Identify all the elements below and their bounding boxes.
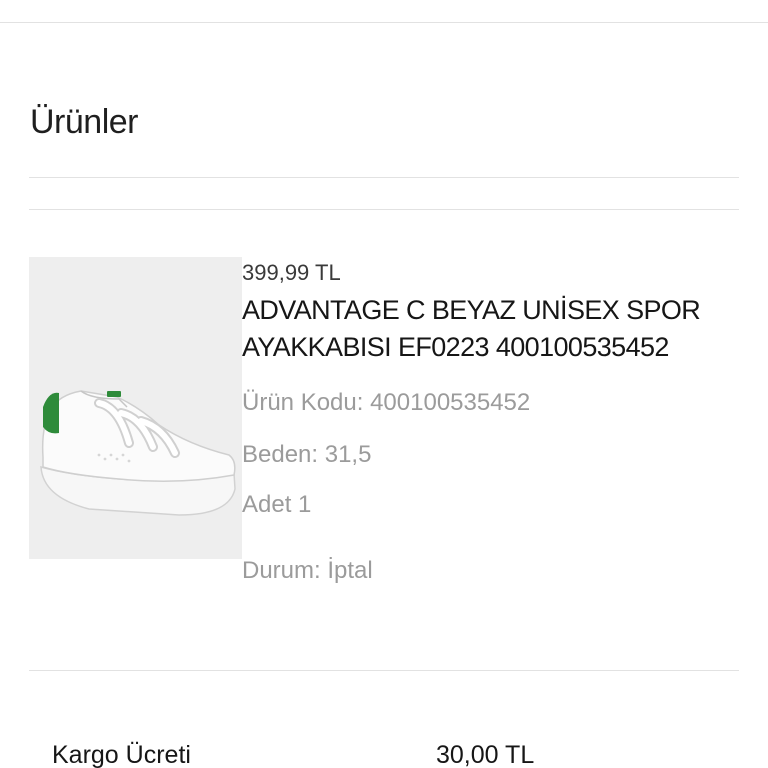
product-code: Ürün Kodu: 400100535452 bbox=[242, 389, 531, 416]
sneaker-icon bbox=[40, 390, 236, 516]
product-image[interactable] bbox=[29, 257, 242, 559]
top-divider bbox=[0, 22, 768, 23]
order-detail-page: Ürünler 399,99 TL ADVANTAGE C BEYAZ UNİS… bbox=[0, 0, 768, 768]
section-divider bbox=[29, 177, 739, 178]
product-name[interactable]: ADVANTAGE C BEYAZ UNİSEX SPOR AYAKKABISI… bbox=[242, 292, 722, 366]
product-quantity: Adet 1 bbox=[242, 491, 312, 518]
section-title: Ürünler bbox=[30, 103, 138, 141]
product-size: Beden: 31,5 bbox=[242, 441, 372, 468]
product-status: Durum: İptal bbox=[242, 557, 373, 584]
product-price: 399,99 TL bbox=[242, 260, 341, 285]
shipping-fee-label: Kargo Ücreti bbox=[52, 741, 191, 768]
shipping-fee-row: Kargo Ücreti 30,00 TL bbox=[52, 738, 572, 768]
shipping-fee-value: 30,00 TL bbox=[436, 741, 535, 768]
section-divider bbox=[29, 670, 739, 671]
section-divider bbox=[29, 209, 739, 210]
product-info: 399,99 TL ADVANTAGE C BEYAZ UNİSEX SPOR … bbox=[242, 258, 722, 586]
